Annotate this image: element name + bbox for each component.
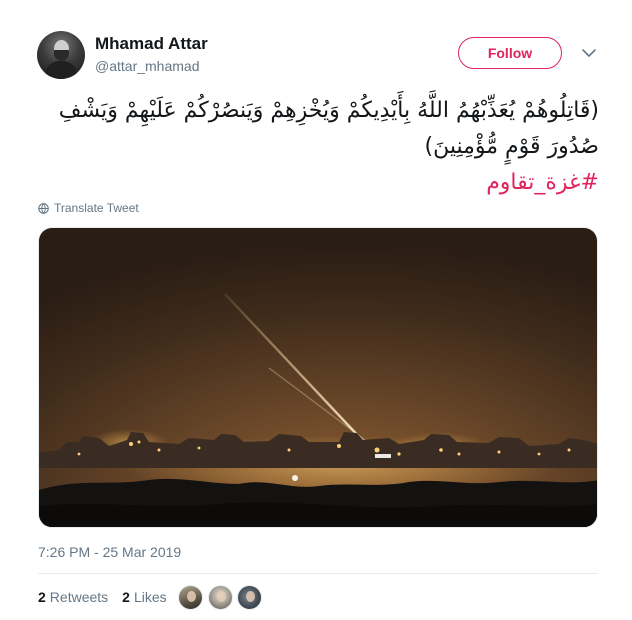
translate-label: Translate Tweet: [54, 201, 139, 215]
divider: [38, 573, 598, 574]
chevron-down-icon[interactable]: [580, 44, 598, 62]
tweet-photo[interactable]: [38, 227, 598, 528]
tweet-text: (قَاتِلُوهُمْ يُعَذِّبْهُمُ اللَّهُ بِأَ…: [37, 93, 599, 201]
follow-button[interactable]: Follow: [458, 37, 562, 69]
avatar-figure-body: [45, 61, 77, 79]
retweets-count: 2: [38, 589, 46, 605]
tweet-body: (قَاتِلُوهُمْ يُعَذِّبْهُمُ اللَّهُ بِأَ…: [58, 98, 599, 159]
likes-count: 2: [122, 589, 130, 605]
avatar-figure-beard: [54, 50, 69, 61]
hashtag-link[interactable]: #غزة_تقاوم: [37, 165, 599, 201]
globe-icon: [38, 202, 49, 214]
liker-face: [246, 591, 255, 602]
user-handle[interactable]: @attar_mhamad: [95, 58, 199, 74]
retweets-label: Retweets: [49, 589, 109, 605]
translate-tweet-link[interactable]: Translate Tweet: [38, 200, 139, 216]
tweet-stats: 2 Retweets 2 Likes: [38, 589, 167, 605]
liker-avatar-3[interactable]: [237, 585, 262, 610]
retweets-stat[interactable]: 2 Retweets: [38, 589, 108, 605]
likes-stat[interactable]: 2 Likes: [122, 589, 166, 605]
liker-avatar-1[interactable]: [178, 585, 203, 610]
liker-avatar-2[interactable]: [208, 585, 233, 610]
user-display-name[interactable]: Mhamad Attar: [95, 34, 208, 54]
liker-face: [187, 591, 196, 602]
likes-label: Likes: [133, 589, 167, 605]
tweet-card: Mhamad Attar @attar_mhamad Follow (قَاتِ…: [0, 0, 632, 620]
liker-face: [217, 591, 226, 602]
user-avatar[interactable]: [37, 31, 85, 79]
tweet-timestamp[interactable]: 7:26 PM - 25 Mar 2019: [38, 544, 181, 560]
